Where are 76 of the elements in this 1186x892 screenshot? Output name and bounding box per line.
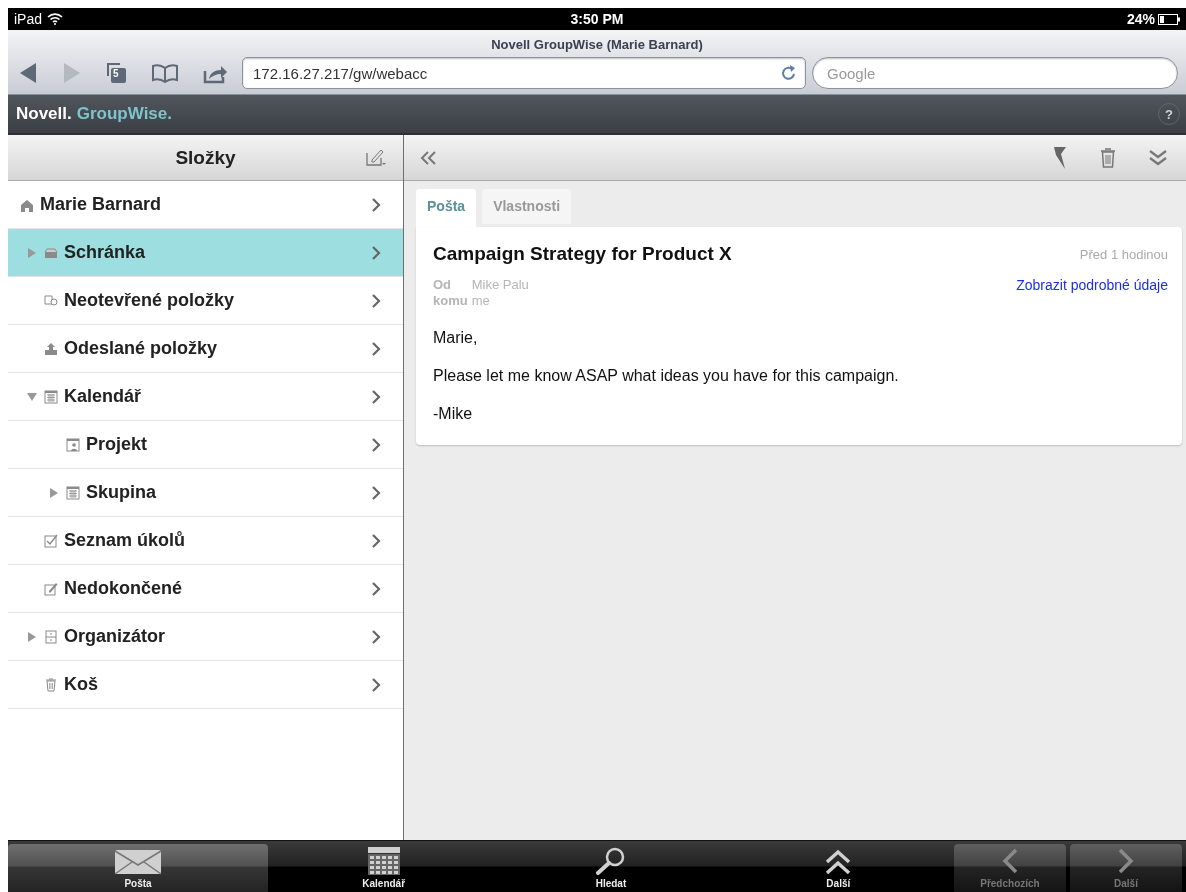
- expand-arrow-icon[interactable]: [27, 247, 37, 258]
- tabs-button[interactable]: 5: [106, 62, 128, 84]
- envelope-icon: [114, 849, 162, 875]
- expand-arrow-icon[interactable]: [27, 631, 37, 642]
- battery-icon: [1158, 13, 1180, 25]
- chevron-right-icon: [371, 292, 381, 309]
- chevron-right-icon: [371, 244, 381, 261]
- address-field[interactable]: 172.16.27.217/gw/webacc: [242, 57, 806, 89]
- chevron-right-icon: [371, 196, 381, 213]
- folder-item[interactable]: Seznam úkolů: [8, 517, 403, 565]
- chevron-left-icon: [1000, 847, 1020, 875]
- chevron-right-icon: [371, 628, 381, 645]
- message-paragraph: Please let me know ASAP what ideas you have for this campaign.: [433, 367, 900, 385]
- calendar-icon: [367, 847, 400, 875]
- chevron-right-icon: [371, 388, 381, 405]
- tab-bar-item[interactable]: Hledat: [499, 844, 723, 892]
- brand-logo: Novell.: [16, 104, 72, 124]
- chevron-right-icon: [371, 580, 381, 597]
- outbox-icon: [44, 341, 58, 356]
- folder-item[interactable]: Projekt: [8, 421, 403, 469]
- message-paragraph: -Mike: [433, 405, 474, 423]
- to-label: komu: [433, 293, 468, 309]
- cabinet-icon: [44, 629, 58, 644]
- message-time: Před 1 hodinou: [1079, 246, 1168, 262]
- trash-icon: [44, 677, 58, 692]
- folder-item[interactable]: Neotevřené položky: [8, 277, 403, 325]
- tray-icon: [44, 245, 58, 260]
- calendar-icon: [44, 389, 58, 404]
- expand-down-icon[interactable]: [1148, 148, 1168, 167]
- pencil-note-icon: [44, 581, 58, 596]
- battery-percent: 24%: [1126, 11, 1155, 27]
- chevron-right-icon: [371, 676, 381, 693]
- house-icon: [20, 197, 34, 212]
- folder-item[interactable]: Odeslané položky: [8, 325, 403, 373]
- device-name: iPad: [14, 11, 43, 27]
- chevron-right-icon: [1116, 847, 1136, 875]
- bookmarks-icon[interactable]: [152, 63, 178, 83]
- chevron-right-icon: [371, 436, 381, 453]
- trash-icon[interactable]: [1100, 147, 1116, 168]
- tab-bar-item[interactable]: Kalendář: [272, 844, 496, 892]
- collapse-pane-icon[interactable]: [420, 150, 438, 165]
- details-link[interactable]: Zobrazit podrobné údaje: [1016, 277, 1168, 309]
- reload-icon[interactable]: [781, 64, 797, 82]
- collapse-arrow-icon[interactable]: [27, 391, 37, 402]
- tab-bar-item[interactable]: Další: [726, 844, 950, 892]
- folder-item[interactable]: Schránka: [8, 229, 403, 277]
- expand-arrow-icon[interactable]: [49, 487, 59, 498]
- tabs-icon: [106, 62, 128, 84]
- folder-item[interactable]: Skupina: [8, 469, 403, 517]
- chevron-right-icon: [371, 484, 381, 501]
- checkbox-icon: [44, 533, 58, 548]
- chevron-right-icon: [371, 340, 381, 357]
- compose-icon[interactable]: [365, 147, 387, 167]
- double-chevron-up-icon: [824, 849, 853, 875]
- page-title: Novell GroupWise (Marie Barnard): [491, 37, 703, 52]
- envelope-outline-icon: [44, 293, 58, 308]
- chevron-right-icon: [371, 532, 381, 549]
- product-name: GroupWise.: [76, 104, 172, 124]
- pane-title: Složky: [175, 146, 236, 169]
- back-button[interactable]: [18, 61, 38, 85]
- from-label: Od: [433, 277, 453, 293]
- folder-item[interactable]: Kalendář: [8, 373, 403, 421]
- tab-bar-item[interactable]: Pošta: [8, 844, 268, 892]
- clock: 3:50 PM: [570, 11, 624, 27]
- sender-name: Mike Palu: [471, 277, 530, 293]
- wifi-icon: [47, 13, 64, 25]
- folder-item[interactable]: Organizátor: [8, 613, 403, 661]
- recipient-name: me: [471, 293, 491, 309]
- search-icon: [595, 847, 627, 875]
- calendar-person-icon: [66, 437, 80, 452]
- calendar-icon: [66, 485, 80, 500]
- folder-item[interactable]: Nedokončené: [8, 565, 403, 613]
- message-paragraph: Marie,: [433, 329, 479, 347]
- folder-item[interactable]: Koš: [8, 661, 403, 709]
- message-subject: Campaign Strategy for Product X: [433, 243, 733, 265]
- tab[interactable]: Pošta: [416, 189, 477, 227]
